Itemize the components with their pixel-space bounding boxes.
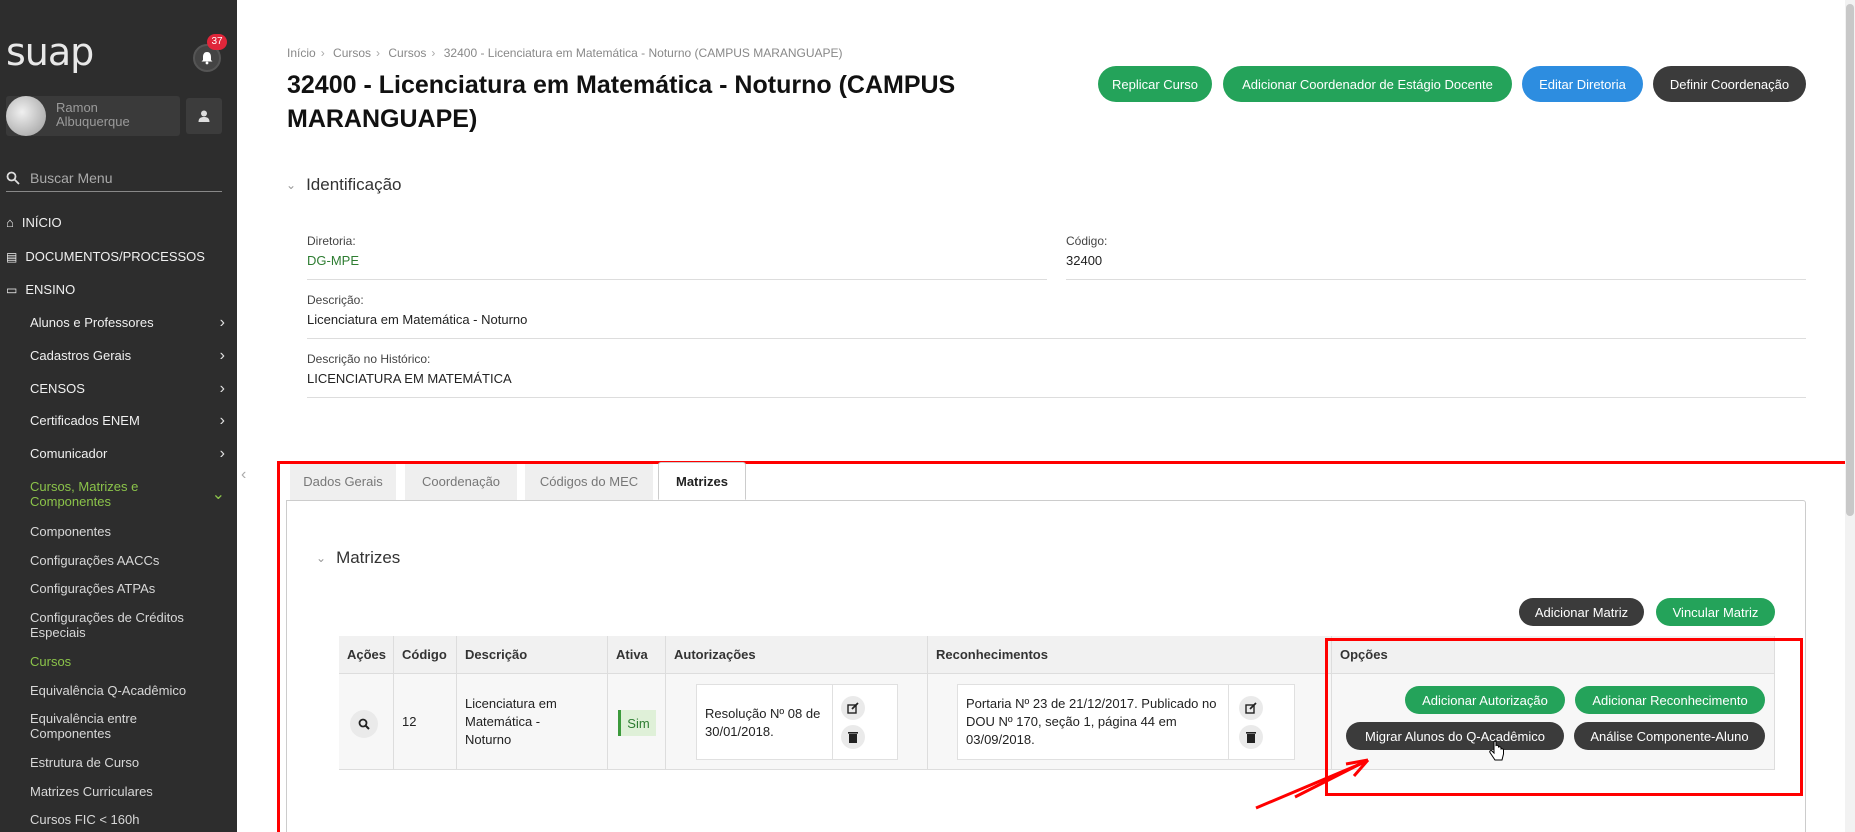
diretoria-value[interactable]: DG-MPE	[307, 253, 1047, 268]
chevron-down-icon: ⌄	[286, 178, 297, 192]
notification-count-badge: 37	[207, 34, 227, 50]
editar-diretoria-button[interactable]: Editar Diretoria	[1522, 66, 1643, 102]
descricao-value: Licenciatura em Matemática - Noturno	[307, 312, 528, 327]
user-name: Ramon Albuquerque	[56, 100, 130, 129]
nav-config-atpas[interactable]: Configurações ATPAs	[30, 581, 225, 596]
document-icon: ▤	[6, 249, 18, 264]
home-icon: ⌂	[6, 215, 14, 230]
nav-cursos-matrizes-componentes[interactable]: Cursos, Matrizes e Componentes ⌄	[30, 479, 225, 509]
nav-comunicador[interactable]: Comunicador ›	[30, 445, 225, 462]
nav-cursos[interactable]: Cursos	[30, 654, 225, 669]
sidebar: suap 37 Ramon Albuquerque ⌂ INÍCIO ▤ DOC…	[0, 0, 237, 832]
page-title: 32400 - Licenciatura em Matemática - Not…	[287, 71, 956, 133]
chevron-right-icon: ›	[219, 445, 225, 462]
chevron-right-icon: ›	[219, 412, 225, 429]
adicionar-coordenador-estagio-button[interactable]: Adicionar Coordenador de Estágio Docente	[1223, 66, 1512, 102]
search-icon	[6, 171, 20, 185]
descricao-label: Descrição:	[307, 293, 364, 307]
nav-estrutura-curso[interactable]: Estrutura de Curso	[30, 755, 225, 770]
nav-componentes[interactable]: Componentes	[30, 524, 225, 539]
nav-censos-label: CENSOS	[30, 381, 85, 396]
nav-config-creditos[interactable]: Configurações de Créditos Especiais	[30, 610, 200, 640]
descricao-field: Descrição: Licenciatura em Matemática - …	[307, 293, 1806, 339]
descricao-historico-field: Descrição no Histórico: LICENCIATURA EM …	[307, 352, 1806, 398]
annotation-arrow	[1255, 758, 1370, 810]
nav-certificados-enem[interactable]: Certificados ENEM ›	[30, 412, 225, 429]
nav-documentos-label: DOCUMENTOS/PROCESSOS	[25, 249, 205, 264]
diretoria-field: Diretoria: DG-MPE	[307, 234, 1047, 280]
identificacao-title: Identificação	[306, 175, 402, 194]
nav-inicio[interactable]: ⌂ INÍCIO	[6, 215, 62, 230]
diretoria-label: Diretoria:	[307, 234, 356, 248]
breadcrumb-inicio[interactable]: Início	[287, 46, 316, 60]
annotation-box-options	[1325, 638, 1803, 796]
definir-coordenacao-button[interactable]: Definir Coordenação	[1653, 66, 1806, 102]
chevron-right-icon: ›	[219, 314, 225, 331]
nav-inicio-label: INÍCIO	[21, 215, 62, 230]
chevron-right-icon: ›	[219, 380, 225, 397]
codigo-field: Código: 32400	[1066, 234, 1806, 280]
menu-search[interactable]	[6, 164, 222, 192]
nav-equivalencia-componentes[interactable]: Equivalência entre Componentes	[30, 711, 170, 741]
identificacao-section-header[interactable]: ⌄ Identificação	[286, 175, 402, 195]
descricao-historico-value: LICENCIATURA EM MATEMÁTICA	[307, 371, 512, 386]
avatar	[6, 96, 46, 136]
nav-censos[interactable]: CENSOS ›	[30, 380, 225, 397]
tab-matrizes[interactable]: Matrizes	[658, 462, 746, 500]
breadcrumb: Início › Cursos › Cursos › 32400 - Licencia…	[287, 46, 843, 60]
chevron-right-icon: ›	[219, 347, 225, 364]
nav-alunos-professores[interactable]: Alunos e Professores ›	[30, 314, 225, 331]
nav-documentos[interactable]: ▤ DOCUMENTOS/PROCESSOS	[6, 249, 205, 264]
nav-ensino[interactable]: ▭ ENSINO	[6, 282, 75, 297]
descricao-historico-label: Descrição no Histórico:	[307, 352, 431, 366]
nav-certificados-enem-label: Certificados ENEM	[30, 413, 140, 428]
user-profile-button[interactable]	[186, 98, 222, 134]
codigo-value: 32400	[1066, 253, 1103, 268]
nav-comunicador-label: Comunicador	[30, 446, 108, 461]
codigo-label: Código:	[1066, 234, 1108, 248]
breadcrumb-current: 32400 - Licenciatura em Matemática - Not…	[443, 46, 843, 60]
menu-search-input[interactable]	[30, 169, 210, 186]
nav-cadastros-gerais[interactable]: Cadastros Gerais ›	[30, 347, 225, 364]
nav-cursos-matrizes-label: Cursos, Matrizes e Componentes	[30, 479, 139, 509]
nav-ensino-label: ENSINO	[25, 282, 76, 297]
user-icon	[198, 110, 210, 122]
nav-cadastros-gerais-label: Cadastros Gerais	[30, 348, 132, 363]
suap-logo[interactable]: suap	[6, 30, 94, 74]
collapse-sidebar-icon[interactable]: ‹	[241, 466, 246, 484]
nav-cursos-fic[interactable]: Cursos FIC < 160h	[30, 812, 225, 827]
nav-config-aaccs[interactable]: Configurações AACCs	[30, 553, 225, 568]
chevron-down-icon: ⌄	[211, 485, 225, 503]
breadcrumb-cursos-2[interactable]: Cursos	[388, 46, 426, 60]
nav-equivalencia-qacademico[interactable]: Equivalência Q-Acadêmico	[30, 683, 225, 698]
breadcrumb-cursos-1[interactable]: Cursos	[333, 46, 371, 60]
ensino-icon: ▭	[6, 282, 18, 297]
nav-matrizes-curriculares[interactable]: Matrizes Curriculares	[30, 784, 225, 799]
nav-alunos-professores-label: Alunos e Professores	[30, 315, 154, 330]
replicar-curso-button[interactable]: Replicar Curso	[1098, 66, 1212, 102]
scrollbar-thumb[interactable]	[1846, 4, 1854, 516]
